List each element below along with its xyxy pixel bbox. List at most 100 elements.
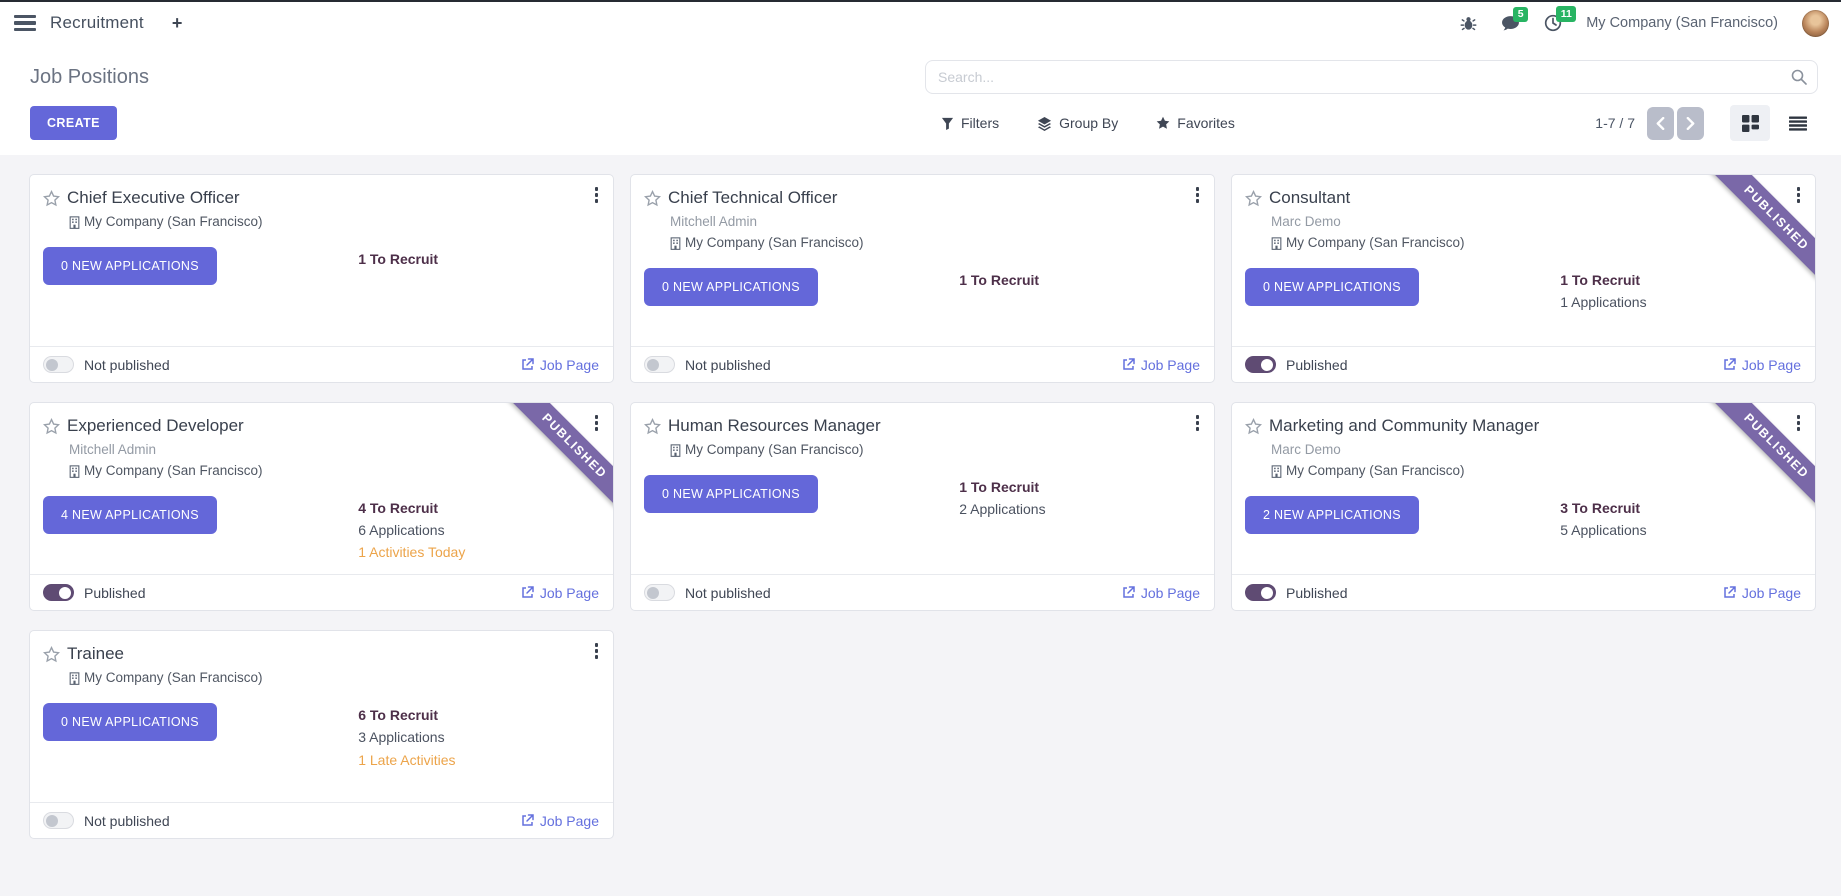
top-navbar: Recruitment + 5 11 My Company (San Franc…: [0, 2, 1841, 44]
job-title[interactable]: Trainee: [67, 644, 124, 664]
activities-count[interactable]: 1 Activities Today: [358, 542, 596, 562]
favorite-star-icon[interactable]: [43, 190, 60, 207]
job-title[interactable]: Chief Executive Officer: [67, 188, 240, 208]
kanban-view-button[interactable]: [1730, 105, 1770, 141]
new-applications-button[interactable]: 4 NEW APPLICATIONS: [43, 496, 217, 534]
publish-toggle[interactable]: [43, 356, 74, 373]
activities-badge: 11: [1556, 6, 1576, 22]
applications-count[interactable]: 3 Applications: [358, 727, 596, 747]
favorite-star-icon[interactable]: [1245, 418, 1262, 435]
kanban-board: Chief Executive Officer My Company (San …: [0, 155, 1841, 839]
publish-toggle[interactable]: [43, 812, 74, 829]
job-title[interactable]: Human Resources Manager: [668, 416, 881, 436]
apps-menu-icon[interactable]: [14, 15, 36, 31]
publish-toggle[interactable]: [1245, 356, 1276, 373]
group-by-button[interactable]: Group By: [1037, 115, 1118, 131]
building-icon: [1271, 237, 1282, 250]
applications-count[interactable]: 2 Applications: [959, 499, 1197, 519]
job-title[interactable]: Marketing and Community Manager: [1269, 416, 1539, 436]
publish-toggle[interactable]: [644, 356, 675, 373]
debug-bug-icon[interactable]: [1460, 15, 1477, 32]
kebab-menu-icon[interactable]: [595, 643, 599, 659]
building-icon: [670, 444, 681, 457]
filters-button[interactable]: Filters: [941, 115, 999, 131]
new-applications-button[interactable]: 0 NEW APPLICATIONS: [644, 475, 818, 513]
create-button[interactable]: CREATE: [30, 106, 117, 140]
job-page-link[interactable]: Job Page: [521, 585, 599, 601]
new-applications-button[interactable]: 0 NEW APPLICATIONS: [43, 703, 217, 741]
job-card-experienced-developer[interactable]: PUBLISHED Experienced Developer Mitchell…: [29, 402, 614, 611]
favorite-star-icon[interactable]: [644, 418, 661, 435]
favorite-star-icon[interactable]: [1245, 190, 1262, 207]
page-title: Job Positions: [30, 60, 149, 89]
to-recruit-count[interactable]: 3 To Recruit: [1560, 498, 1798, 518]
filter-funnel-icon: [941, 117, 954, 130]
recruiter-name: Mitchell Admin: [69, 440, 596, 461]
favorites-button[interactable]: Favorites: [1156, 115, 1235, 131]
to-recruit-count[interactable]: 1 To Recruit: [358, 249, 596, 269]
search-icon[interactable]: [1791, 69, 1807, 90]
search-input[interactable]: [925, 60, 1818, 94]
job-title[interactable]: Chief Technical Officer: [668, 188, 837, 208]
company-line: My Company (San Francisco): [1271, 233, 1798, 254]
to-recruit-count[interactable]: 1 To Recruit: [959, 270, 1197, 290]
favorite-star-icon[interactable]: [644, 190, 661, 207]
activities-count[interactable]: 1 Late Activities: [358, 750, 596, 770]
job-page-link[interactable]: Job Page: [1122, 357, 1200, 373]
publish-status-label: Not published: [84, 813, 170, 829]
app-title[interactable]: Recruitment: [50, 13, 144, 33]
messages-badge: 5: [1513, 7, 1528, 23]
job-card-chief-technical-officer[interactable]: Chief Technical Officer Mitchell Admin M…: [630, 174, 1215, 383]
list-view-button[interactable]: [1778, 105, 1818, 141]
activities-clock-icon[interactable]: 11: [1544, 14, 1562, 32]
applications-count[interactable]: 5 Applications: [1560, 520, 1798, 540]
to-recruit-count[interactable]: 1 To Recruit: [1560, 270, 1798, 290]
favorite-star-icon[interactable]: [43, 418, 60, 435]
pager-next-button[interactable]: [1677, 107, 1704, 140]
job-card-marketing-and-community-manager[interactable]: PUBLISHED Marketing and Community Manage…: [1231, 402, 1816, 611]
building-icon: [1271, 465, 1282, 478]
publish-toggle[interactable]: [43, 584, 74, 601]
company-line: My Company (San Francisco): [670, 233, 1197, 254]
job-card-human-resources-manager[interactable]: Human Resources Manager My Company (San …: [630, 402, 1215, 611]
job-card-trainee[interactable]: Trainee My Company (San Francisco) 0 NEW…: [29, 630, 614, 839]
favorite-star-icon[interactable]: [43, 646, 60, 663]
applications-count[interactable]: 1 Applications: [1560, 292, 1798, 312]
to-recruit-count[interactable]: 6 To Recruit: [358, 705, 596, 725]
new-applications-button[interactable]: 0 NEW APPLICATIONS: [43, 247, 217, 285]
kebab-menu-icon[interactable]: [1196, 415, 1200, 431]
job-card-chief-executive-officer[interactable]: Chief Executive Officer My Company (San …: [29, 174, 614, 383]
job-page-link[interactable]: Job Page: [521, 357, 599, 373]
publish-toggle[interactable]: [1245, 584, 1276, 601]
kebab-menu-icon[interactable]: [1196, 187, 1200, 203]
job-page-link[interactable]: Job Page: [1723, 585, 1801, 601]
applications-count[interactable]: 6 Applications: [358, 520, 596, 540]
kebab-menu-icon[interactable]: [595, 415, 599, 431]
job-page-link[interactable]: Job Page: [521, 813, 599, 829]
new-applications-button[interactable]: 0 NEW APPLICATIONS: [1245, 268, 1419, 306]
new-tab-plus-icon[interactable]: +: [172, 14, 183, 32]
job-page-link[interactable]: Job Page: [1723, 357, 1801, 373]
new-applications-button[interactable]: 2 NEW APPLICATIONS: [1245, 496, 1419, 534]
job-page-link[interactable]: Job Page: [1122, 585, 1200, 601]
to-recruit-count[interactable]: 1 To Recruit: [959, 477, 1197, 497]
kebab-menu-icon[interactable]: [1797, 415, 1801, 431]
pager-previous-button[interactable]: [1647, 107, 1674, 140]
publish-status-label: Not published: [685, 585, 771, 601]
messages-icon[interactable]: 5: [1501, 15, 1520, 32]
company-line: My Company (San Francisco): [1271, 461, 1798, 482]
chevron-right-icon: [1686, 117, 1695, 130]
publish-toggle[interactable]: [644, 584, 675, 601]
company-line: My Company (San Francisco): [69, 668, 596, 689]
to-recruit-count[interactable]: 4 To Recruit: [358, 498, 596, 518]
job-title[interactable]: Consultant: [1269, 188, 1350, 208]
job-card-consultant[interactable]: PUBLISHED Consultant Marc Demo My Compan…: [1231, 174, 1816, 383]
user-avatar[interactable]: [1802, 10, 1829, 37]
building-icon: [69, 465, 80, 478]
publish-status-label: Not published: [685, 357, 771, 373]
company-switcher[interactable]: My Company (San Francisco): [1586, 15, 1778, 31]
kebab-menu-icon[interactable]: [1797, 187, 1801, 203]
job-title[interactable]: Experienced Developer: [67, 416, 244, 436]
kebab-menu-icon[interactable]: [595, 187, 599, 203]
new-applications-button[interactable]: 0 NEW APPLICATIONS: [644, 268, 818, 306]
